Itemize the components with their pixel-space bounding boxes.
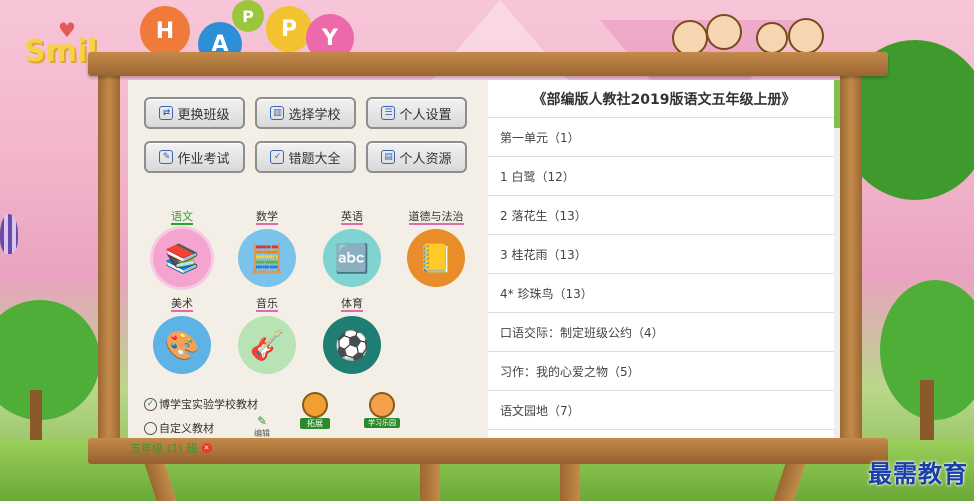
heart-icon: ♥ [58,18,76,42]
material-option-custom-label: 自定义教材 [159,422,214,435]
material-option-school[interactable]: ✓ 博学宝实验学校教材 [144,396,258,412]
unit-item[interactable]: 4* 珍珠鸟（13） [488,274,840,313]
palette-icon: 🎨 [153,316,211,374]
material-option-custom[interactable]: 自定义教材 [144,420,214,436]
wrong-questions-label: 错题大全 [288,151,341,167]
subject-chinese[interactable]: 语文 📚 [150,205,214,287]
balloon-p2: P [266,6,312,52]
subject-pe-label: 体育 [341,297,363,312]
homework-exam-label: 作业考试 [177,151,230,167]
books-icon: 📚 [153,229,211,287]
book-title: 《部编版人教社2019版语文五年级上册》 [488,80,840,118]
material-option-school-label: 博学宝实验学校教材 [159,398,258,411]
unit-list-pane: 《部编版人教社2019版语文五年级上册》 第一单元（1） 1 白鹭（12） 2 … [488,80,840,438]
kids-illustration [672,8,832,58]
wrong-questions-button[interactable]: ✓ 错题大全 [255,141,356,173]
tree-left [0,300,100,420]
subject-chinese-label: 语文 [171,210,193,225]
status-grade: 五年级 [130,442,163,455]
scrollbar-thumb[interactable] [834,80,840,128]
personal-settings-label: 个人设置 [399,107,452,123]
subject-morality-law[interactable]: 道德与法治 📒 [404,205,468,287]
hot-air-balloon-icon [0,214,18,254]
guitar-icon: 🎸 [238,316,296,374]
radio-unchecked-icon [144,421,157,435]
subject-english-label: 英语 [341,210,363,225]
resource-icon: ▤ [381,150,396,164]
unit-list-scrollbar[interactable] [834,80,840,438]
edit-pencil-icon: ✎ [256,414,268,428]
personal-settings-button[interactable]: ☰ 个人设置 [366,97,467,129]
homework-exam-button[interactable]: ✎ 作业考试 [144,141,245,173]
abacus-icon: 🧮 [238,229,296,287]
balloon-h: H [140,6,190,56]
personal-resources-button[interactable]: ▤ 个人资源 [366,141,467,173]
radio-checked-icon: ✓ [144,397,157,411]
profile-card-icon: ☰ [381,106,396,120]
board-top-beam [88,52,888,76]
edit-label: 编辑 [254,429,270,438]
main-panel: ⇄ 更换班级 ▥ 选择学校 ☰ 个人设置 ✎ 作业考试 ✓ 错题大全 ▤ 个人资… [128,80,840,438]
sports-icon: ⚽ [323,316,381,374]
switch-class-label: 更换班级 [177,107,230,123]
learning-paradise-button[interactable]: 学习乐园 [364,392,400,428]
select-school-button[interactable]: ▥ 选择学校 [255,97,356,129]
switch-class-icon: ⇄ [159,106,174,120]
watermark: 最需教育 [868,459,968,488]
subject-math[interactable]: 数学 🧮 [235,205,299,287]
homework-icon: ✎ [159,150,174,164]
switch-class-button[interactable]: ⇄ 更换班级 [144,97,245,129]
unit-item[interactable]: 3 桂花雨（13） [488,235,840,274]
subject-pe[interactable]: 体育 ⚽ [320,292,384,374]
unit-item[interactable]: 语文园地（7） [488,391,840,430]
subject-math-label: 数学 [256,210,278,225]
status-term: (1) [167,441,183,455]
unit-item[interactable]: 习作：我的心爱之物（5） [488,352,840,391]
learning-paradise-label: 学习乐园 [364,418,400,428]
unit-item[interactable]: 第一单元（1） [488,118,840,157]
expand-button[interactable]: 拓展 [300,392,330,429]
subject-music-label: 音乐 [256,297,278,312]
tiger-mascot-icon [369,392,395,418]
class-status: 五年级 (1) 班 ✕ [130,440,212,456]
unit-item[interactable]: 口语交际：制定班级公约（4） [488,313,840,352]
school-icon: ▥ [270,106,285,120]
unit-item[interactable]: 2 落花生（13） [488,196,840,235]
left-menu-pane: ⇄ 更换班级 ▥ 选择学校 ☰ 个人设置 ✎ 作业考试 ✓ 错题大全 ▤ 个人资… [128,80,488,438]
balloon-p1: P [232,0,264,32]
subject-morality-label: 道德与法治 [408,210,464,225]
edit-button[interactable]: ✎ 编辑 [254,414,270,439]
unit-item[interactable]: 1 白鹭（12） [488,157,840,196]
lion-mascot-icon [302,392,328,418]
select-school-label: 选择学校 [288,107,341,123]
personal-resources-label: 个人资源 [399,151,452,167]
expand-label: 拓展 [300,418,330,429]
subject-art-label: 美术 [171,297,193,312]
wrong-questions-icon: ✓ [270,150,285,164]
subject-art[interactable]: 美术 🎨 [150,292,214,374]
subject-music[interactable]: 音乐 🎸 [235,292,299,374]
notebook-icon: 📒 [407,229,465,287]
subject-english[interactable]: 英语 🔤 [320,205,384,287]
status-class: 班 [186,442,198,455]
close-icon[interactable]: ✕ [201,443,212,453]
abc-blocks-icon: 🔤 [323,229,381,287]
